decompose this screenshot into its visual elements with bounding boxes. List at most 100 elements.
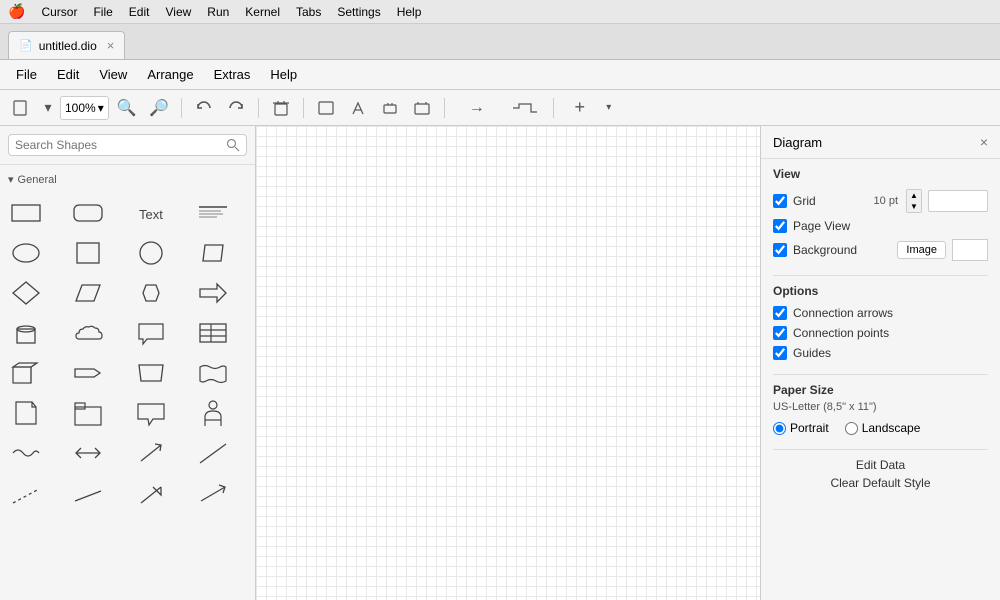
menu-help[interactable]: Help <box>262 64 305 85</box>
menu-file[interactable]: File <box>8 64 45 85</box>
background-row: Background Image <box>773 239 988 261</box>
grid-input-box[interactable] <box>928 190 988 212</box>
page-view-checkbox[interactable] <box>773 219 787 233</box>
os-menu-help[interactable]: Help <box>397 5 422 19</box>
shape-line-diagonal[interactable] <box>191 434 235 472</box>
shape-text[interactable]: Text <box>129 194 173 232</box>
background-checkbox[interactable] <box>773 243 787 257</box>
menu-edit[interactable]: Edit <box>49 64 87 85</box>
conn-arrows-label: Connection arrows <box>793 306 988 320</box>
grid-spin-down[interactable]: ▼ <box>907 201 921 212</box>
os-menu-file[interactable]: File <box>93 5 112 19</box>
edit-data-link[interactable]: Edit Data <box>773 458 988 472</box>
portrait-radio[interactable] <box>773 422 786 435</box>
conn-points-checkbox[interactable] <box>773 326 787 340</box>
os-menu-run[interactable]: Run <box>207 5 229 19</box>
landscape-option[interactable]: Landscape <box>845 421 921 435</box>
shape-diamond[interactable] <box>4 274 48 312</box>
shape-trapezoid[interactable] <box>129 354 173 392</box>
format-button-4[interactable] <box>408 95 436 121</box>
os-menu-kernel[interactable]: Kernel <box>245 5 280 19</box>
os-menu-view[interactable]: View <box>165 5 191 19</box>
tab-close-button[interactable]: × <box>107 38 115 53</box>
page-toggle-arrow[interactable]: ▾ <box>40 95 56 121</box>
landscape-radio[interactable] <box>845 422 858 435</box>
grid-spin-up[interactable]: ▲ <box>907 190 921 201</box>
clear-style-link[interactable]: Clear Default Style <box>773 476 988 490</box>
shape-rounded-rect[interactable] <box>66 194 110 232</box>
image-button[interactable]: Image <box>897 241 946 259</box>
format-button-2[interactable] <box>344 95 372 121</box>
shape-arrow-diagonal[interactable] <box>129 434 173 472</box>
os-menu-settings[interactable]: Settings <box>337 5 380 19</box>
shape-doc[interactable] <box>4 394 48 432</box>
shape-cube[interactable] <box>4 354 48 392</box>
shape-heading[interactable] <box>191 194 235 232</box>
shape-tab-rect[interactable] <box>66 394 110 432</box>
search-bar <box>0 126 255 165</box>
menu-view[interactable]: View <box>91 64 135 85</box>
shape-speech-bubble[interactable] <box>129 314 173 352</box>
add-dropdown[interactable]: ▾ <box>602 95 616 121</box>
format-button-3[interactable] <box>376 95 404 121</box>
shape-cloud[interactable] <box>66 314 110 352</box>
zoom-out-button[interactable]: 🔍 <box>145 95 173 121</box>
menu-arrange[interactable]: Arrange <box>139 64 201 85</box>
tab-file-icon: 📄 <box>19 39 33 52</box>
shape-arrow-line[interactable] <box>191 474 235 512</box>
shape-dotted-line[interactable] <box>4 474 48 512</box>
os-menu-cursor[interactable]: Cursor <box>41 5 77 19</box>
main-content: ▾ General Text <box>0 126 1000 600</box>
apple-menu[interactable]: 🍎 <box>8 3 25 20</box>
connection-button-1[interactable]: → <box>453 95 501 121</box>
shape-line-simple[interactable] <box>66 474 110 512</box>
zoom-value: 100% <box>65 101 96 115</box>
general-section-header[interactable]: ▾ General <box>4 169 251 190</box>
format-button-1[interactable] <box>312 95 340 121</box>
shape-person[interactable] <box>191 394 235 432</box>
view-section: View Grid 10 pt ▲ ▼ <box>773 167 988 261</box>
zoom-in-button[interactable]: 🔍 <box>113 95 141 121</box>
section-collapse-icon: ▾ <box>8 173 14 186</box>
grid-checkbox[interactable] <box>773 194 787 208</box>
conn-arrows-checkbox[interactable] <box>773 306 787 320</box>
menu-extras[interactable]: Extras <box>206 64 259 85</box>
shape-circle[interactable] <box>129 234 173 272</box>
shape-callout[interactable] <box>129 394 173 432</box>
page-toggle-button[interactable] <box>8 95 36 121</box>
file-tab[interactable]: 📄 untitled.dio × <box>8 31 125 59</box>
paper-section: Paper Size US-Letter (8,5" x 11") Portra… <box>773 383 988 435</box>
panel-title: Diagram <box>773 135 822 150</box>
guides-checkbox[interactable] <box>773 346 787 360</box>
shape-arrow-process[interactable] <box>66 354 110 392</box>
zoom-control[interactable]: 100% ▾ <box>60 96 109 120</box>
shape-table[interactable] <box>191 314 235 352</box>
portrait-option[interactable]: Portrait <box>773 421 829 435</box>
shape-rectangle[interactable] <box>4 194 48 232</box>
panel-close-button[interactable]: × <box>980 134 988 150</box>
shape-wave-rect[interactable] <box>191 354 235 392</box>
delete-button[interactable] <box>267 95 295 121</box>
divider-3 <box>773 449 988 450</box>
shape-cylinder[interactable] <box>4 314 48 352</box>
search-input[interactable] <box>15 138 222 152</box>
shape-ellipse[interactable] <box>4 234 48 272</box>
canvas-area[interactable]: ▲ <box>256 126 760 600</box>
shape-rhomboid[interactable] <box>66 274 110 312</box>
shape-square[interactable] <box>66 234 110 272</box>
shape-arrow-both[interactable] <box>66 434 110 472</box>
shape-arrow-up-right[interactable] <box>129 474 173 512</box>
shape-arrow-right[interactable] <box>191 274 235 312</box>
connection-button-2[interactable] <box>505 95 545 121</box>
shape-wave-line[interactable] <box>4 434 48 472</box>
shape-hexagon[interactable] <box>129 274 173 312</box>
os-menu-tabs[interactable]: Tabs <box>296 5 321 19</box>
shape-parallelogram[interactable] <box>191 234 235 272</box>
os-menu-edit[interactable]: Edit <box>129 5 150 19</box>
background-label: Background <box>793 243 891 257</box>
bg-color-preview[interactable] <box>952 239 988 261</box>
undo-button[interactable] <box>190 95 218 121</box>
redo-button[interactable] <box>222 95 250 121</box>
add-button[interactable]: + <box>562 95 598 121</box>
page-view-label: Page View <box>793 219 988 233</box>
